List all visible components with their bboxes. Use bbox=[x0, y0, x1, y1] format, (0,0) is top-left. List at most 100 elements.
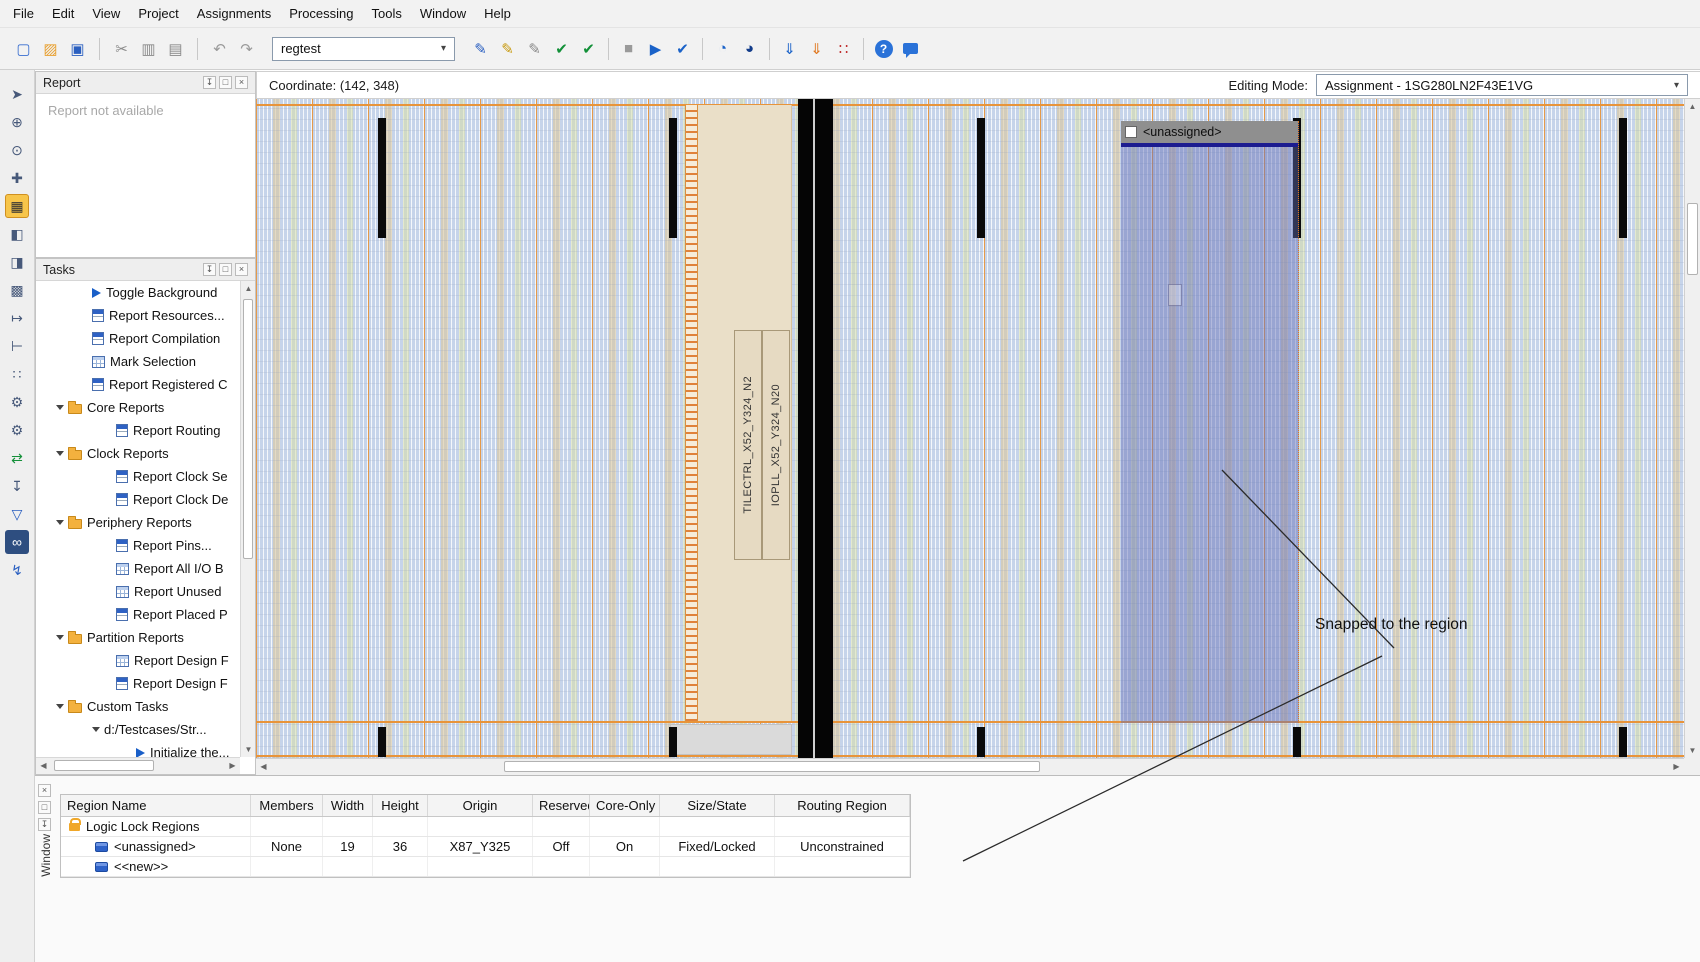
menu-view[interactable]: View bbox=[83, 0, 129, 27]
float-icon[interactable]: □ bbox=[219, 76, 232, 89]
task-item[interactable]: Report Pins... bbox=[36, 534, 240, 557]
expander-icon[interactable] bbox=[92, 727, 100, 732]
settings-b-icon[interactable]: ⚙ bbox=[5, 418, 29, 442]
assignment-editor-icon[interactable]: ✎ bbox=[467, 36, 494, 61]
find-tool-icon[interactable]: ∞ bbox=[5, 530, 29, 554]
table-row[interactable]: <unassigned>None1936X87_Y325OffOnFixed/L… bbox=[61, 837, 910, 857]
scrollbar-thumb[interactable] bbox=[1687, 203, 1698, 275]
layers-settings-icon[interactable]: ▦ bbox=[5, 194, 29, 218]
column-header[interactable]: Region Name bbox=[61, 795, 251, 816]
task-item[interactable]: Report All I/O B bbox=[36, 557, 240, 580]
column-header[interactable]: Members bbox=[251, 795, 323, 816]
chip-view-icon[interactable]: ▩ bbox=[5, 278, 29, 302]
zoom-selection-tool-icon[interactable]: ⊙ bbox=[5, 138, 29, 162]
task-item[interactable]: Report Placed P bbox=[36, 603, 240, 626]
package-bottom-view-icon[interactable]: ◨ bbox=[5, 250, 29, 274]
settings-a-icon[interactable]: ⚙ bbox=[5, 390, 29, 414]
task-item[interactable]: Report Design F bbox=[36, 649, 240, 672]
scroll-down-icon[interactable]: ▼ bbox=[1685, 743, 1700, 758]
canvas-horizontal-scrollbar[interactable]: ◀ ▶ bbox=[256, 758, 1684, 775]
task-item[interactable]: Toggle Background bbox=[36, 281, 240, 304]
tasks-horizontal-scrollbar[interactable]: ◀ ▶ bbox=[36, 757, 240, 774]
text-editor-icon[interactable]: ✎ bbox=[521, 36, 548, 61]
pin-tool-icon[interactable]: ↧ bbox=[5, 474, 29, 498]
filter-tool-icon[interactable]: ▽ bbox=[5, 502, 29, 526]
task-item[interactable]: Custom Tasks bbox=[36, 695, 240, 718]
timing-analyzer-icon[interactable]: ◕ bbox=[736, 36, 763, 61]
task-item[interactable]: Mark Selection bbox=[36, 350, 240, 373]
menu-edit[interactable]: Edit bbox=[43, 0, 83, 27]
chevron-down-icon[interactable]: ▾ bbox=[1674, 80, 1679, 91]
float-icon[interactable]: □ bbox=[38, 801, 51, 814]
task-item[interactable]: Report Design F bbox=[36, 672, 240, 695]
close-icon[interactable]: × bbox=[38, 784, 51, 797]
task-item[interactable]: Initialize the... bbox=[36, 741, 240, 757]
critical-path-icon[interactable]: ↯ bbox=[5, 558, 29, 582]
menu-help[interactable]: Help bbox=[475, 0, 520, 27]
partition-merge-icon[interactable]: ✔ bbox=[575, 36, 602, 61]
zoom-tool-icon[interactable]: ⊕ bbox=[5, 110, 29, 134]
scrollbar-thumb[interactable] bbox=[243, 299, 253, 559]
undo-icon[interactable]: ↶ bbox=[206, 36, 233, 61]
task-item[interactable]: Partition Reports bbox=[36, 626, 240, 649]
scroll-up-icon[interactable]: ▲ bbox=[1685, 99, 1700, 114]
column-header[interactable]: Routing Region bbox=[775, 795, 910, 816]
power-analyzer-icon[interactable]: ⇓ bbox=[803, 36, 830, 61]
scrollbar-thumb[interactable] bbox=[504, 761, 1040, 772]
rapid-recompile-icon[interactable]: ◔ bbox=[709, 36, 736, 61]
pin-icon[interactable]: ↧ bbox=[38, 818, 51, 831]
scroll-left-icon[interactable]: ◀ bbox=[36, 758, 51, 773]
scroll-right-icon[interactable]: ▶ bbox=[225, 758, 240, 773]
logiclock-region[interactable]: <unassigned> bbox=[1121, 121, 1299, 723]
start-analysis-icon[interactable]: ✔ bbox=[669, 36, 696, 61]
expander-icon[interactable] bbox=[56, 520, 64, 525]
pin-icon[interactable]: ↧ bbox=[203, 76, 216, 89]
menu-tools[interactable]: Tools bbox=[363, 0, 411, 27]
pin-planner-icon[interactable]: ✎ bbox=[494, 36, 521, 61]
expander-icon[interactable] bbox=[56, 451, 64, 456]
design-checker-icon[interactable]: ✔ bbox=[548, 36, 575, 61]
expander-icon[interactable] bbox=[56, 635, 64, 640]
column-header[interactable]: Width bbox=[323, 795, 373, 816]
report-tool-icon[interactable]: ⊢ bbox=[5, 334, 29, 358]
task-item[interactable]: Clock Reports bbox=[36, 442, 240, 465]
stop-processing-icon[interactable]: ■ bbox=[615, 36, 642, 61]
goto-source-icon[interactable]: ↦ bbox=[5, 306, 29, 330]
tasks-vertical-scrollbar[interactable]: ▲ ▼ bbox=[240, 281, 255, 757]
iopll-block[interactable]: IOPLL_X52_Y324_N20 bbox=[762, 330, 790, 560]
tilectrl-block[interactable]: TILECTRL_X52_Y324_N2 bbox=[734, 330, 762, 560]
column-header[interactable]: Core-Only bbox=[590, 795, 660, 816]
scroll-right-icon[interactable]: ▶ bbox=[1669, 759, 1684, 774]
programmer-icon[interactable]: ⇓ bbox=[776, 36, 803, 61]
chevron-down-icon[interactable]: ▾ bbox=[441, 43, 446, 54]
task-item[interactable]: Report Clock De bbox=[36, 488, 240, 511]
column-header[interactable]: Origin bbox=[428, 795, 533, 816]
feedback-icon[interactable] bbox=[897, 36, 924, 61]
menu-window[interactable]: Window bbox=[411, 0, 475, 27]
column-header[interactable]: Height bbox=[373, 795, 428, 816]
chip-canvas[interactable]: TILECTRL_X52_Y324_N2 IOPLL_X52_Y324_N20 … bbox=[256, 99, 1684, 758]
task-item[interactable]: Report Clock Se bbox=[36, 465, 240, 488]
task-item[interactable]: Core Reports bbox=[36, 396, 240, 419]
task-item[interactable]: Report Unused bbox=[36, 580, 240, 603]
print-icon[interactable]: ▣ bbox=[64, 36, 91, 61]
tasks-panel-titlebar[interactable]: Tasks ↧ □ × bbox=[36, 259, 255, 281]
editing-mode-select[interactable]: Assignment - 1SG280LN2F43E1VG ▾ bbox=[1316, 74, 1688, 96]
route-dots-icon[interactable]: ∷ bbox=[5, 362, 29, 386]
netlist-viewer-icon[interactable]: ∷ bbox=[830, 36, 857, 61]
copy-icon[interactable]: ▥ bbox=[135, 36, 162, 61]
task-item[interactable]: Report Routing bbox=[36, 419, 240, 442]
help-icon[interactable]: ? bbox=[870, 36, 897, 61]
menu-assignments[interactable]: Assignments bbox=[188, 0, 280, 27]
paste-icon[interactable]: ▤ bbox=[162, 36, 189, 61]
task-item[interactable]: Periphery Reports bbox=[36, 511, 240, 534]
revision-select[interactable]: regtest ▾ bbox=[272, 37, 455, 61]
open-project-icon[interactable]: ▨ bbox=[37, 36, 64, 61]
hand-tool-icon[interactable]: ✚ bbox=[5, 166, 29, 190]
close-icon[interactable]: × bbox=[235, 263, 248, 276]
canvas-vertical-scrollbar[interactable]: ▲ ▼ bbox=[1684, 99, 1700, 758]
scroll-left-icon[interactable]: ◀ bbox=[256, 759, 271, 774]
swap-regions-icon[interactable]: ⇄ bbox=[5, 446, 29, 470]
task-item[interactable]: d:/Testcases/Str... bbox=[36, 718, 240, 741]
menu-processing[interactable]: Processing bbox=[280, 0, 362, 27]
